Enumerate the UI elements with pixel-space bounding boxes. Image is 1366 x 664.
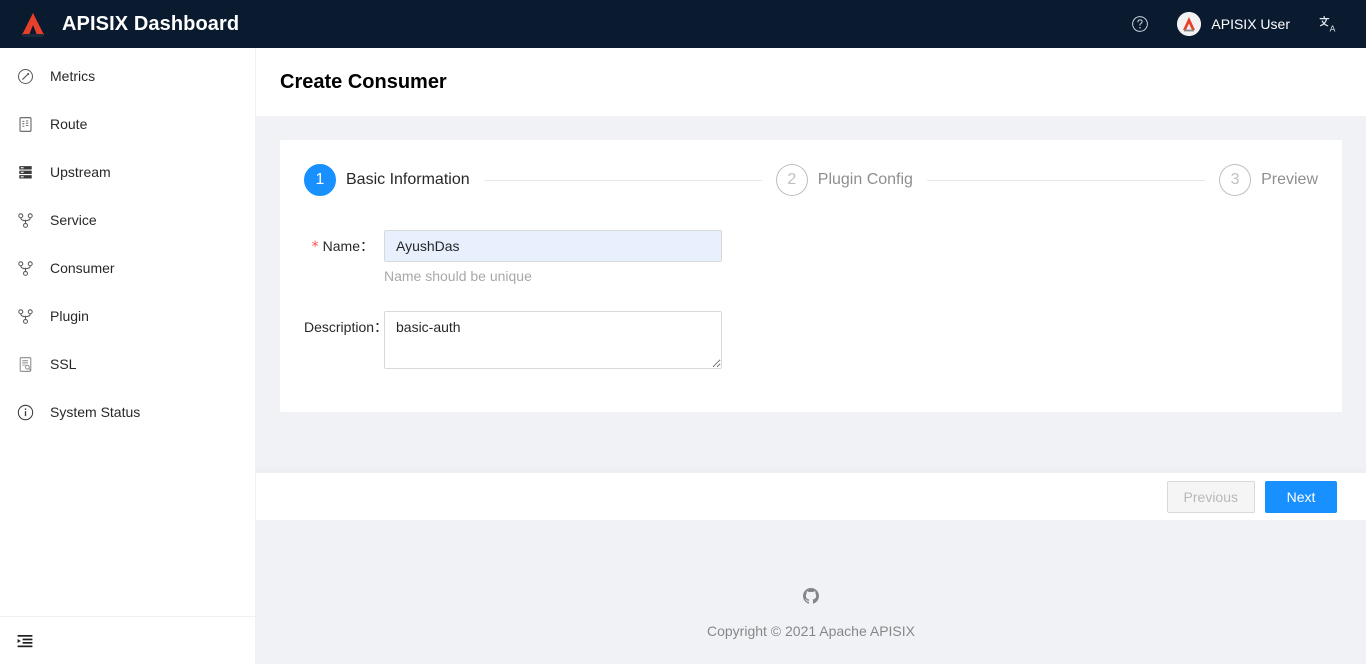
description-control [384,311,722,374]
sidebar-item-label: System Status [50,404,141,420]
user-name: APISIX User [1211,16,1290,32]
step-connector [483,179,762,181]
sidebar-item-label: Plugin [50,308,89,324]
page-header: Create Consumer [256,48,1366,116]
sidebar-item-label: Metrics [50,68,96,84]
sidebar-item-consumer[interactable]: Consumer [0,248,255,288]
header-actions: APISIX User A [1117,0,1366,48]
step-label: Preview [1261,171,1318,188]
required-marker: * [311,239,319,256]
name-help-text: Name should be unique [384,268,532,284]
wizard-footer-toolbar: Previous Next [256,472,1366,520]
page-title: Create Consumer [280,71,447,93]
name-label: * Name： [304,230,384,262]
sidebar-item-ssl[interactable]: SSL [0,344,255,384]
brand-title: APISIX Dashboard [62,12,240,35]
basic-information-form: *Name： Name should be unique Description… [304,228,1318,374]
name-input[interactable] [384,230,722,262]
description-textarea[interactable] [384,311,722,369]
language-switch-icon: A [1318,14,1338,34]
sidebar-item-label: SSL [50,356,77,372]
steps-indicator: 1 Basic Information 2 Plugin Config 3 Pr… [304,164,1318,196]
form-row-name: *Name： Name should be unique [304,230,1318,287]
sidebar-item-service[interactable]: Service [0,200,255,240]
certificate-icon [16,355,34,373]
route-form-icon [16,115,34,133]
sidebar-item-upstream[interactable]: Upstream [0,152,255,192]
step-label: Plugin Config [817,171,913,188]
sidebar: Metrics Route Upstream Service Consumer … [0,48,256,664]
avatar [1177,12,1202,36]
step-basic-information[interactable]: 1 Basic Information [304,164,776,196]
menu-fold-icon [16,632,34,650]
step-plugin-config[interactable]: 2 Plugin Config [775,164,1219,196]
description-label: Description： [304,319,389,335]
server-stack-icon [16,163,34,181]
sidebar-menu: Metrics Route Upstream Service Consumer … [0,48,255,432]
language-switch-button[interactable]: A [1304,0,1352,48]
user-menu[interactable]: APISIX User [1163,0,1304,48]
next-button[interactable]: Next [1265,480,1337,513]
name-label-text: Name： [322,238,374,254]
branch-nodes-icon [16,307,34,325]
form-row-description: Description： [304,311,1318,374]
svg-text:A: A [1330,23,1336,33]
step-number: 2 [775,164,808,196]
step-number: 3 [1219,164,1252,196]
sidebar-item-label: Route [50,116,88,132]
create-consumer-card: 1 Basic Information 2 Plugin Config 3 Pr… [280,140,1342,412]
help-button[interactable] [1117,0,1163,48]
sidebar-item-system-status[interactable]: System Status [0,392,255,432]
step-number: 1 [304,164,336,196]
step-label: Basic Information [346,171,470,188]
branch-nodes-icon [16,211,34,229]
sidebar-item-label: Upstream [50,164,111,180]
previous-button[interactable]: Previous [1166,480,1255,513]
sidebar-item-route[interactable]: Route [0,104,255,144]
info-circle-icon [16,403,34,421]
step-preview[interactable]: 3 Preview [1219,164,1318,196]
github-icon[interactable] [803,588,819,609]
sidebar-item-metrics[interactable]: Metrics [0,56,255,96]
content-area: 1 Basic Information 2 Plugin Config 3 Pr… [256,116,1366,436]
brand[interactable]: APISIX Dashboard [0,10,239,38]
name-control: Name should be unique [384,230,722,287]
top-header: APISIX Dashboard APISIX User A [0,0,1366,48]
sidebar-item-label: Consumer [50,260,115,276]
question-circle-icon [1131,15,1149,33]
sidebar-item-plugin[interactable]: Plugin [0,296,255,336]
main-content: Create Consumer 1 Basic Information 2 Pl… [256,48,1366,664]
branch-nodes-icon [16,259,34,277]
apisix-logo-icon [18,10,48,38]
copyright-text: Copyright © 2021 Apache APISIX [706,623,915,639]
step-connector [926,179,1206,181]
sidebar-item-label: Service [50,212,97,228]
app-root: APISIX Dashboard APISIX User A Metrics R… [0,0,1366,664]
page-footer: Copyright © 2021 Apache APISIX [256,520,1366,664]
sidebar-collapse-button[interactable] [0,616,255,664]
dashboard-icon [16,67,34,85]
